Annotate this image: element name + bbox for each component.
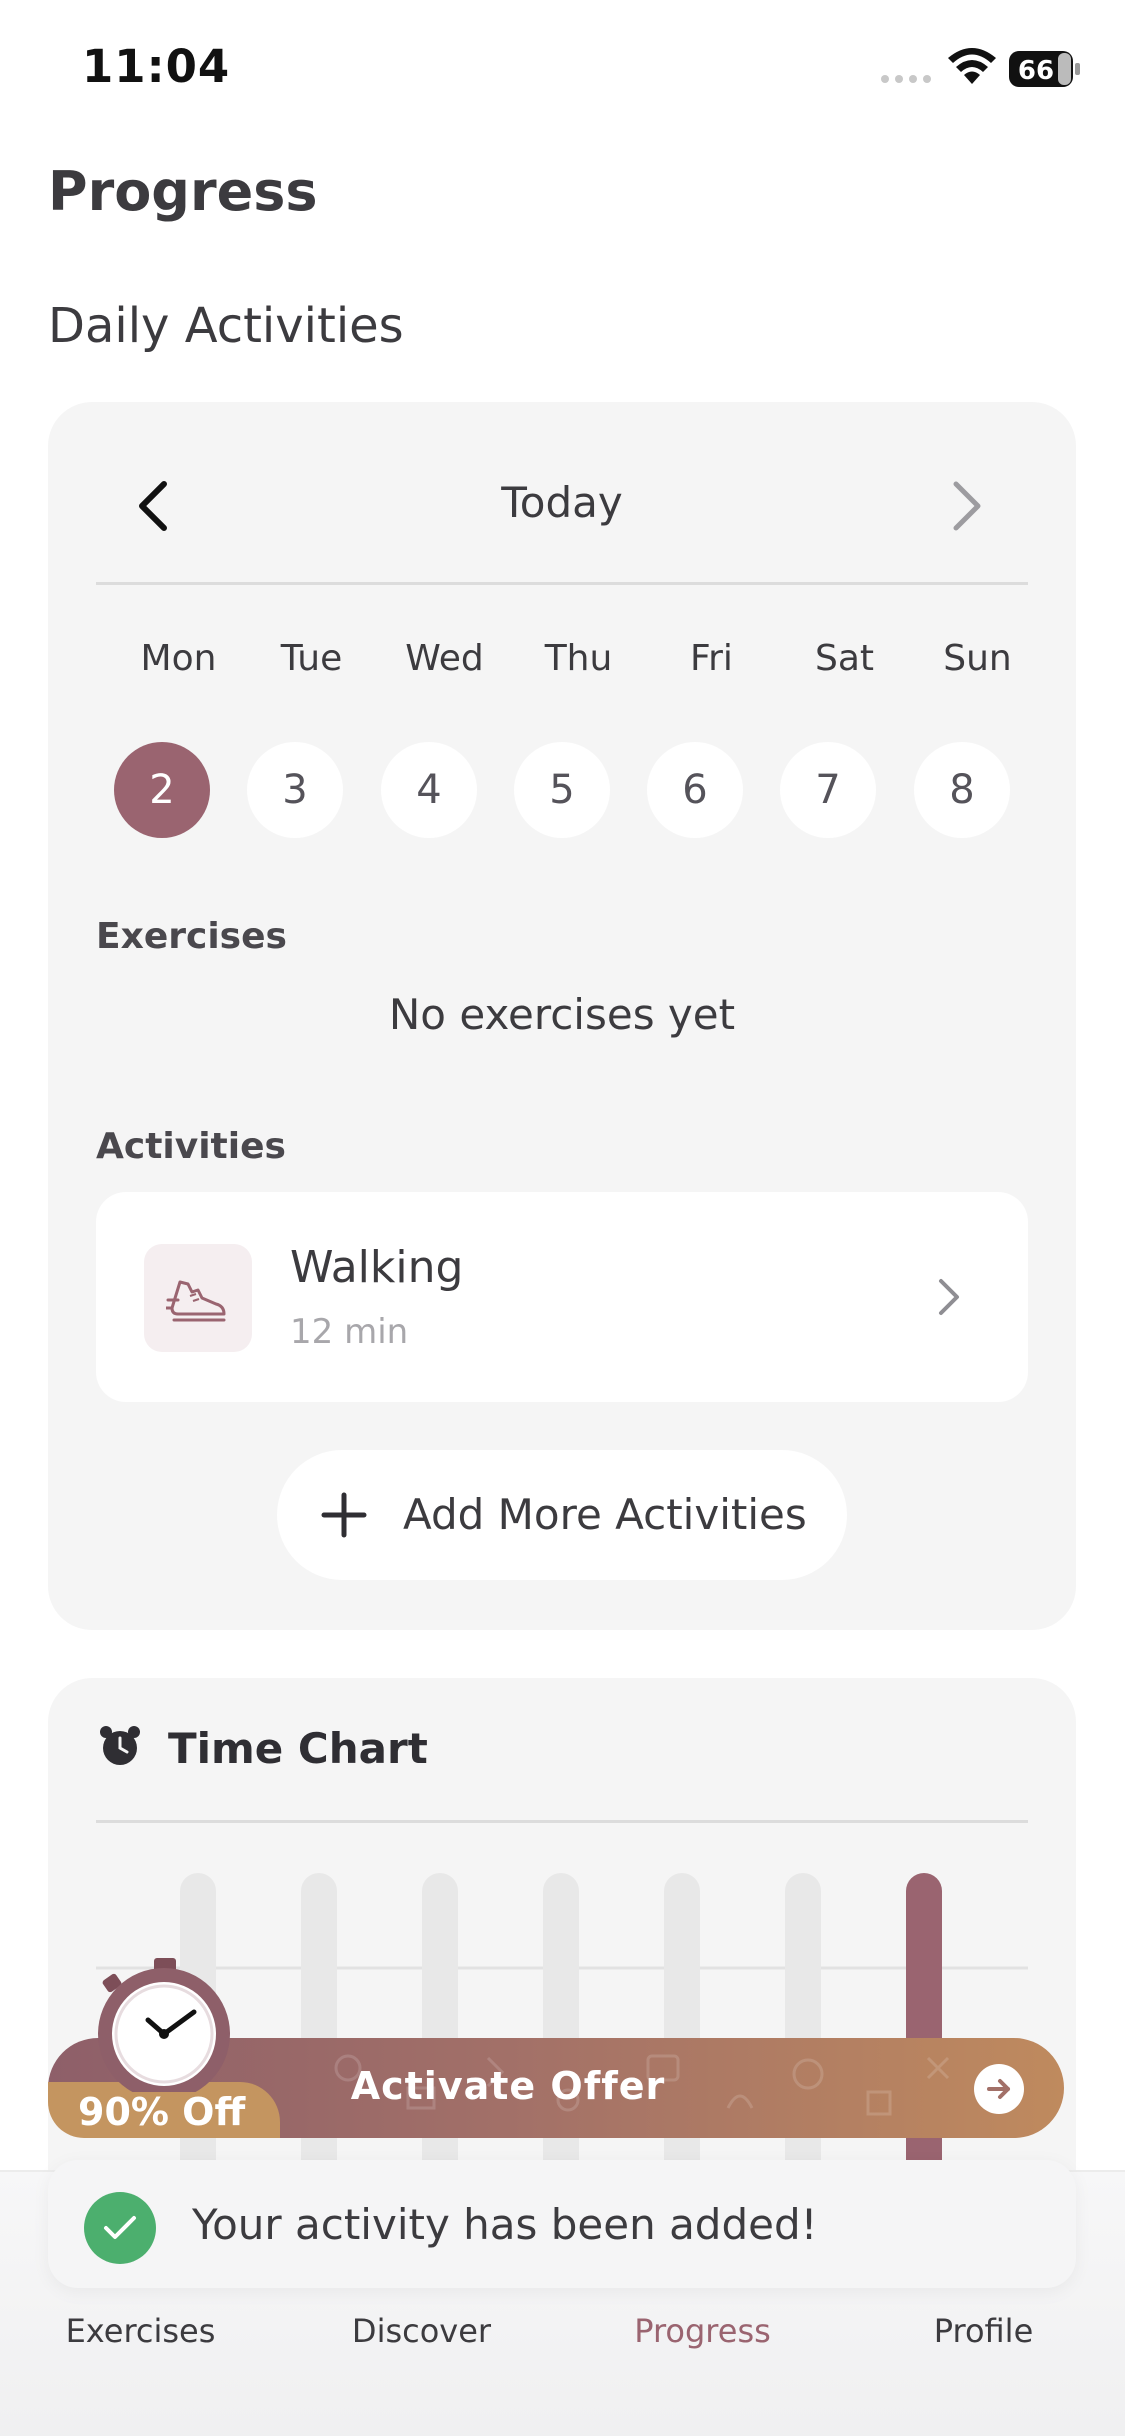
discount-text: 90% Off [78,2090,246,2134]
activity-duration: 12 min [290,1312,409,1352]
sneaker-icon [166,1280,226,1322]
exercises-label: Exercises [96,916,287,957]
date-circle[interactable]: 5 [514,742,610,838]
add-more-activities-label: Add More Activities [403,1490,807,1539]
chevron-right-icon [939,1279,959,1315]
stopwatch-icon [98,1958,230,2092]
nav-discover[interactable]: Discover [281,2312,562,2350]
daily-activities-card: Today Mon Tue Wed Thu Fri Sat Sun 2 3 4 … [48,402,1076,1630]
activity-name: Walking [290,1242,464,1293]
plus-icon [321,1492,367,1538]
nav-profile[interactable]: Profile [843,2312,1124,2350]
chevron-right-icon[interactable] [938,474,994,538]
date-circle[interactable]: 6 [647,742,743,838]
status-time: 11:04 [82,40,231,93]
weekday-row: Mon Tue Wed Thu Fri Sat Sun [112,638,1046,688]
weekday-label: Sun [943,638,1012,679]
page-title: Progress [48,160,318,223]
toast-message: Your activity has been added! [192,2200,818,2249]
battery-level: 66 [1018,56,1054,86]
date-circle-selected[interactable]: 2 [114,742,210,838]
weekday-label: Fri [690,638,733,679]
success-toast: Your activity has been added! [48,2160,1076,2288]
section-title-daily: Daily Activities [48,298,404,354]
checkmark-icon [84,2192,156,2264]
date-circle[interactable]: 4 [381,742,477,838]
arrow-right-circle-icon [974,2064,1024,2114]
weekday-label: Tue [280,638,343,679]
cellular-signal-icon [881,75,931,83]
weekday-label: Sat [814,638,875,679]
exercises-empty-text: No exercises yet [388,990,736,1039]
date-circle[interactable]: 7 [780,742,876,838]
date-circle[interactable]: 3 [247,742,343,838]
weekday-label: Mon [140,638,217,679]
weekday-label: Thu [544,638,613,679]
activity-item-walking[interactable]: Walking 12 min [96,1192,1028,1402]
wifi-icon [948,48,996,84]
nav-progress[interactable]: Progress [562,2312,843,2350]
date-circle[interactable]: 8 [914,742,1010,838]
weekday-label: Wed [405,638,484,679]
battery-icon: 66 [1009,51,1080,87]
activity-icon-box [144,1244,252,1352]
activities-label: Activities [96,1126,286,1167]
add-more-activities-button[interactable]: Add More Activities [277,1450,847,1580]
date-label: Today [501,478,623,527]
status-bar: 11:04 66 [0,0,1125,140]
date-row: 2 3 4 5 6 7 8 [48,742,1076,838]
nav-exercises[interactable]: Exercises [0,2312,281,2350]
divider [96,582,1028,585]
